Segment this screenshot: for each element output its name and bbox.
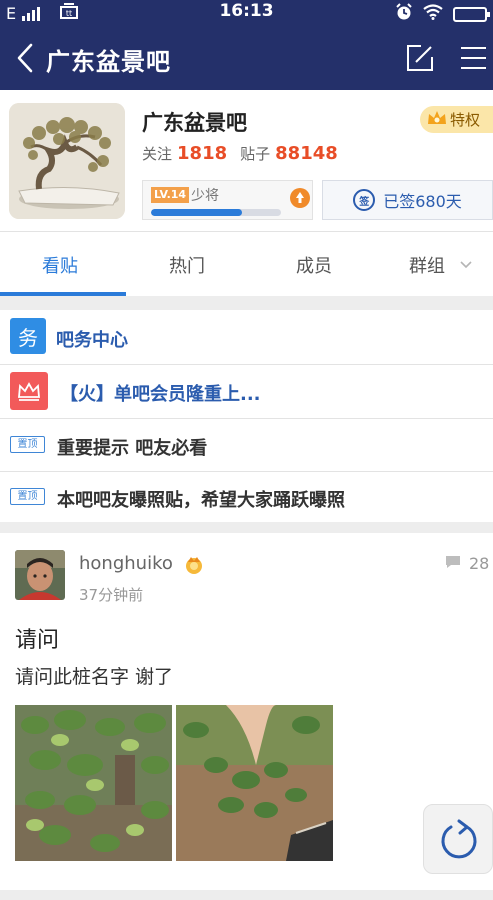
username[interactable]: honghuiko <box>79 553 173 574</box>
thread-card[interactable]: honghuiko 37分钟前 28 请问 请问此桩名字 谢了 <box>0 533 493 890</box>
level-up-icon[interactable] <box>290 188 310 208</box>
privilege-button[interactable]: 特权 <box>420 106 493 133</box>
user-avatar[interactable] <box>15 550 65 600</box>
post-image[interactable] <box>15 705 172 861</box>
tab-members[interactable]: 成员 <box>296 252 332 278</box>
post-body: 请问此桩名字 谢了 <box>15 666 174 688</box>
posts-count: 88148 <box>275 143 338 164</box>
back-arrow-icon[interactable] <box>12 42 40 74</box>
chevron-down-icon[interactable] <box>459 256 473 275</box>
signin-icon: 签 <box>353 189 376 211</box>
crown-icon <box>426 109 448 131</box>
tab-groups[interactable]: 群组 <box>409 252 445 278</box>
admin-center-label: 吧务中心 <box>56 330 128 351</box>
sticky-badge: 置顶 <box>10 488 45 505</box>
refresh-button[interactable] <box>423 804 493 874</box>
battery-icon <box>453 6 490 22</box>
forum-stats: 关注 1818 贴子 88148 <box>142 143 346 164</box>
admin-center-icon: 务 <box>10 318 46 354</box>
forum-avatar[interactable] <box>9 103 125 219</box>
sticky-badge: 置顶 <box>10 436 45 453</box>
level-progress-fill <box>151 209 242 216</box>
edit-post-icon[interactable] <box>405 43 435 73</box>
member-medal-icon <box>183 554 205 576</box>
vip-promo-label: 【火】单吧会员隆重上... <box>60 384 261 405</box>
menu-icon[interactable] <box>458 44 488 72</box>
section-gap <box>0 522 493 533</box>
page-title: 广东盆景吧 <box>46 48 171 76</box>
level-box[interactable]: LV.14 少将 <box>142 180 313 220</box>
vip-crown-icon <box>10 372 48 410</box>
sticky-post-row[interactable]: 置顶 本吧吧友曝照贴，希望大家踊跃曝照 <box>0 472 493 522</box>
sticky-post-title: 本吧吧友曝照贴，希望大家踊跃曝照 <box>57 490 345 511</box>
comment-icon <box>445 554 461 573</box>
signin-button[interactable]: 签 已签680天 <box>322 180 493 220</box>
forum-name: 广东盆景吧 <box>142 111 247 135</box>
section-gap <box>0 890 493 900</box>
alarm-icon <box>395 3 413 25</box>
tab-bar: 看贴 热门 成员 群组 <box>0 232 493 296</box>
level-progress-bar <box>151 209 281 216</box>
signin-label: 已签680天 <box>383 192 462 211</box>
vip-promo-link[interactable]: 【火】单吧会员隆重上... <box>0 365 493 418</box>
tab-hot[interactable]: 热门 <box>169 252 205 278</box>
follow-count: 1818 <box>177 143 228 164</box>
status-bar: E tt 16:13 <box>0 0 493 26</box>
section-gap <box>0 296 493 310</box>
post-image[interactable] <box>176 705 333 861</box>
comment-count: 28 <box>445 554 489 573</box>
forum-info-card: 广东盆景吧 特权 关注 1818 贴子 88148 LV.14 少将 签 已签6… <box>0 90 493 230</box>
post-title: 请问 <box>15 628 60 653</box>
privilege-label: 特权 <box>450 111 481 129</box>
sticky-post-row[interactable]: 置顶 重要提示 吧友必看 <box>0 419 493 471</box>
level-name: 少将 <box>191 188 219 204</box>
sticky-post-title: 重要提示 吧友必看 <box>57 438 208 459</box>
top-nav-bar: 广东盆景吧 <box>0 26 493 90</box>
tab-posts[interactable]: 看贴 <box>42 252 78 278</box>
comment-count-value: 28 <box>469 554 490 573</box>
refresh-icon <box>437 818 481 866</box>
forum-admin-center-link[interactable]: 务 吧务中心 <box>0 310 493 364</box>
follow-label: 关注 <box>142 145 173 163</box>
level-badge: LV.14 <box>151 187 190 203</box>
wifi-icon <box>423 4 443 24</box>
post-time: 37分钟前 <box>79 586 144 604</box>
posts-label: 贴子 <box>240 145 271 163</box>
